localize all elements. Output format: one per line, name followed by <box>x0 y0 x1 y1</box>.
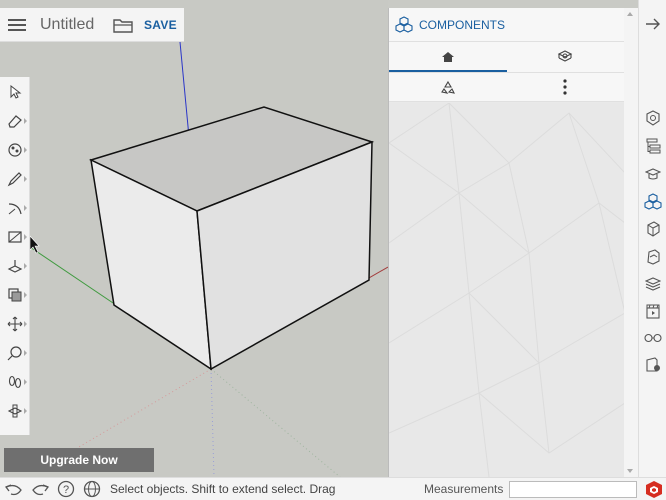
more-options-button[interactable] <box>507 73 625 101</box>
save-button[interactable]: SAVE <box>144 18 177 32</box>
styles-icon <box>647 249 660 265</box>
sidebar-scenes[interactable] <box>639 299 666 323</box>
instructor-icon <box>645 168 661 180</box>
pencil-icon <box>7 171 22 186</box>
collapse-arrow-icon <box>646 18 660 30</box>
move-tool[interactable] <box>0 309 29 338</box>
tab-in-model[interactable] <box>507 42 625 72</box>
components-icon <box>644 193 662 210</box>
tape-measure-tool[interactable] <box>0 338 29 367</box>
eraser-tool[interactable] <box>0 106 29 135</box>
panel-scrollbar[interactable] <box>624 8 638 477</box>
section-plane-tool[interactable] <box>0 396 29 425</box>
language-button[interactable] <box>80 478 104 500</box>
loading-background-pattern <box>389 102 624 477</box>
mouse-cursor-icon <box>29 235 40 254</box>
solar-shadows-icon <box>646 357 660 372</box>
rectangle-icon <box>7 230 22 243</box>
rectangle-tool[interactable] <box>0 222 29 251</box>
push-pull-tool[interactable] <box>0 251 29 280</box>
home-icon <box>441 52 454 62</box>
blue-axis-negative <box>210 368 215 477</box>
panel-subbar <box>389 72 624 102</box>
title-bar: Untitled SAVE <box>0 8 184 42</box>
document-title[interactable]: Untitled <box>40 16 104 34</box>
purge-recycle-icon <box>440 80 455 94</box>
scenes-icon <box>646 304 660 319</box>
components-panel: COMPONENTS <box>388 8 624 477</box>
folder-icon <box>113 18 133 33</box>
panel-header: COMPONENTS <box>389 8 624 42</box>
footprints-icon <box>8 375 21 388</box>
components-browser[interactable] <box>389 102 624 477</box>
menu-button[interactable] <box>0 8 34 42</box>
sidebar-styles[interactable] <box>639 245 666 269</box>
section-plane-icon <box>7 404 22 417</box>
paint-tool[interactable] <box>0 135 29 164</box>
tool-palette <box>0 77 30 435</box>
select-tool[interactable] <box>0 77 29 106</box>
arc-tool[interactable] <box>0 193 29 222</box>
paint-bucket-icon <box>7 142 22 157</box>
sidebar-display[interactable] <box>639 326 666 350</box>
arc-icon <box>8 202 22 214</box>
sidebar-tags[interactable] <box>639 272 666 296</box>
sidebar-outliner[interactable] <box>639 134 666 158</box>
scroll-down-arrow-icon[interactable] <box>627 469 633 473</box>
globe-icon <box>83 480 101 498</box>
svg-text:?: ? <box>63 484 69 496</box>
redo-icon <box>32 484 49 496</box>
arrow-cursor-icon <box>10 84 21 99</box>
model-viewport[interactable]: Untitled SAVE Upgrade Now <box>0 0 388 477</box>
walk-tool[interactable] <box>0 367 29 396</box>
measurements-input[interactable] <box>509 481 637 498</box>
move-icon <box>7 316 22 331</box>
more-vertical-icon <box>563 79 567 95</box>
components-icon <box>395 15 413 33</box>
scroll-up-arrow-icon[interactable] <box>627 12 633 16</box>
tab-home[interactable] <box>389 42 507 72</box>
sidebar-solar-shadows[interactable] <box>639 353 666 377</box>
upgrade-now-button[interactable]: Upgrade Now <box>4 448 154 472</box>
sidebar-components[interactable] <box>639 190 666 214</box>
undo-button[interactable] <box>2 478 26 500</box>
sidebar-instructor[interactable] <box>639 162 666 186</box>
measurements-label: Measurements <box>424 482 504 496</box>
in-model-components-icon <box>558 50 573 62</box>
offset-tool[interactable] <box>0 280 29 309</box>
offset-icon <box>7 287 21 301</box>
panel-tabs <box>389 42 624 72</box>
status-bar: ? Select objects. Shift to extend select… <box>0 477 666 500</box>
sidebar-materials[interactable] <box>639 217 666 241</box>
tags-icon <box>645 277 661 291</box>
status-hint-text: Select objects. Shift to extend select. … <box>110 482 336 496</box>
push-pull-icon <box>7 259 22 273</box>
sketchup-logo-icon[interactable] <box>644 480 664 499</box>
scene-canvas[interactable] <box>0 0 388 477</box>
panels-sidebar <box>638 0 666 477</box>
collapse-panel-button[interactable] <box>639 12 666 36</box>
entity-info-icon <box>646 110 660 126</box>
display-icon <box>644 333 662 343</box>
line-tool[interactable] <box>0 164 29 193</box>
redo-button[interactable] <box>28 478 52 500</box>
hamburger-icon <box>8 18 26 31</box>
open-file-button[interactable] <box>108 10 138 40</box>
eraser-icon <box>7 114 22 128</box>
outliner-icon <box>646 138 661 154</box>
help-icon: ? <box>57 480 75 498</box>
panel-title: COMPONENTS <box>419 17 506 32</box>
purge-unused-button[interactable] <box>389 73 507 101</box>
help-button[interactable]: ? <box>54 478 78 500</box>
tape-measure-icon <box>7 345 22 360</box>
green-axis-negative <box>210 368 341 477</box>
sidebar-entity-info[interactable] <box>639 106 666 130</box>
materials-icon <box>647 221 660 237</box>
undo-icon <box>5 484 22 496</box>
